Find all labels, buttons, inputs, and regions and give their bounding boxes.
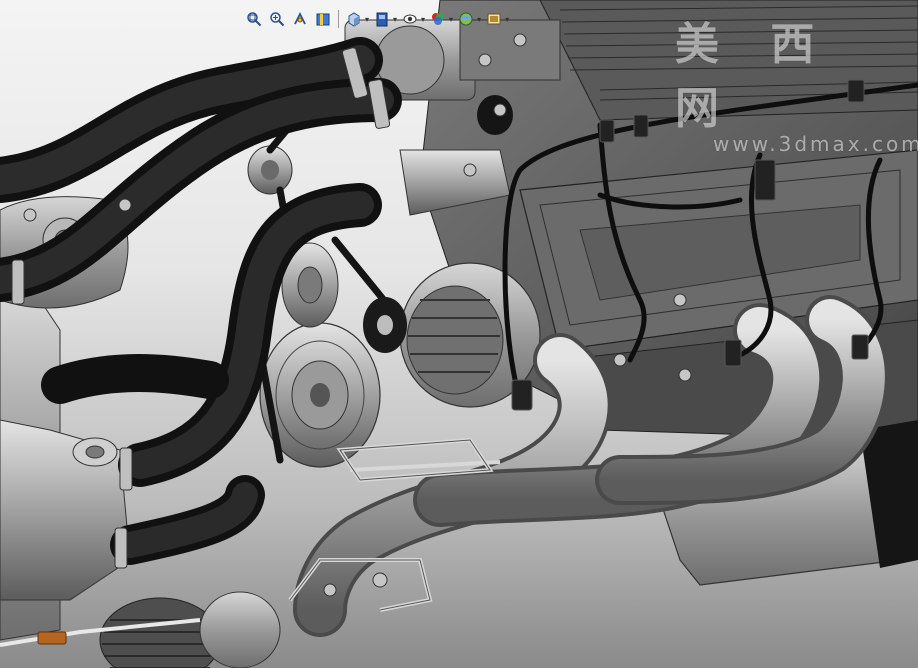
chevron-down-icon[interactable]: ▾ [449, 15, 453, 24]
toolbar-separator [338, 10, 339, 28]
hide-show-items-button[interactable] [400, 9, 420, 29]
scene-icon [459, 12, 473, 26]
chevron-down-icon[interactable]: ▾ [477, 15, 481, 24]
section-view-icon [316, 13, 330, 26]
display-style-button[interactable] [372, 9, 392, 29]
chevron-down-icon[interactable]: ▾ [421, 15, 425, 24]
display-style-icon [376, 12, 388, 27]
compressor-housing[interactable] [0, 299, 131, 641]
zoom-fit-icon [247, 12, 262, 27]
air-filter[interactable] [99, 591, 281, 668]
previous-view-button[interactable] [290, 9, 310, 29]
apply-scene-button[interactable] [456, 9, 476, 29]
graphics-viewport[interactable]: 美 西 网 www.3dmax.com ▾ ▾ ▾ ▾ ▾ ▾ [0, 0, 918, 668]
watermark: 美 西 网 www.3dmax.com [675, 8, 918, 156]
edit-appearance-button[interactable] [428, 9, 448, 29]
chevron-down-icon[interactable]: ▾ [505, 15, 509, 24]
zoom-to-area-button[interactable] [267, 9, 287, 29]
watermark-title: 美 西 网 [675, 19, 833, 134]
chevron-down-icon[interactable]: ▾ [393, 15, 397, 24]
view-orientation-button[interactable] [344, 9, 364, 29]
watermark-subtitle: www.3dmax.com [713, 132, 918, 156]
appearance-icon [432, 13, 445, 25]
view-settings-button[interactable] [484, 9, 504, 29]
previous-view-icon [294, 11, 306, 25]
zoom-area-icon [270, 12, 285, 27]
view-orientation-icon [348, 12, 360, 27]
view-settings-icon [487, 13, 501, 25]
heads-up-view-toolbar: ▾ ▾ ▾ ▾ ▾ ▾ [244, 6, 509, 32]
hide-show-icon [403, 14, 417, 24]
section-view-button[interactable] [313, 9, 333, 29]
zoom-to-fit-button[interactable] [244, 9, 264, 29]
chevron-down-icon[interactable]: ▾ [365, 15, 369, 24]
